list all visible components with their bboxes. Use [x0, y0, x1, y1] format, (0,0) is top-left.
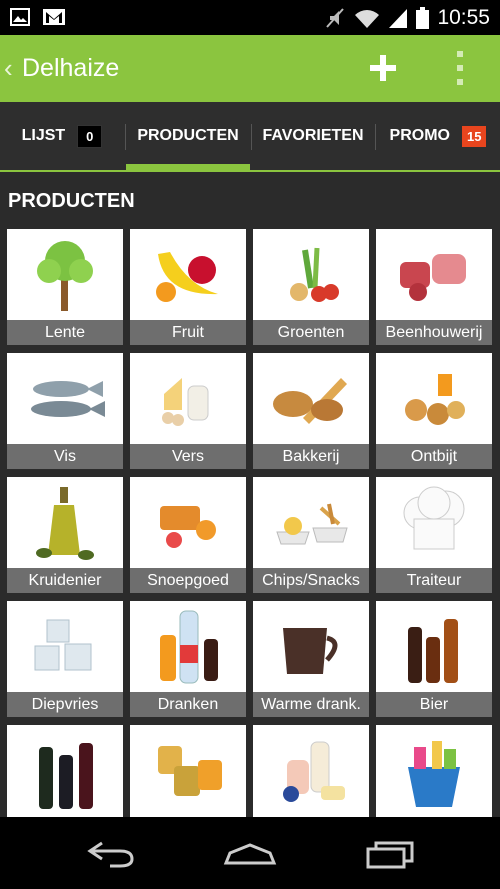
category-tile[interactable]: Fruit	[130, 229, 246, 345]
tab-producten[interactable]: PRODUCTEN	[126, 102, 250, 170]
tab-promo[interactable]: PROMO 15	[376, 102, 500, 170]
category-label: Chips/Snacks	[253, 568, 369, 593]
toiletries-icon	[253, 725, 369, 816]
baby-food-jars-icon	[130, 725, 246, 816]
status-bar: 10:55	[0, 0, 500, 35]
category-tile[interactable]: Dranken	[130, 601, 246, 717]
tab-lijst-label: LIJST	[21, 127, 66, 144]
category-tile[interactable]	[376, 725, 492, 817]
status-time: 10:55	[437, 5, 490, 29]
category-tile[interactable]: Vis	[7, 353, 123, 469]
breakfast-icon	[376, 353, 492, 444]
battery-icon	[416, 6, 430, 29]
category-label: Bakkerij	[253, 444, 369, 469]
category-label: Lente	[7, 320, 123, 345]
promo-count-badge: 15	[461, 125, 487, 147]
category-label: Kruidenier	[7, 568, 123, 593]
category-tile[interactable]: Bakkerij	[253, 353, 369, 469]
active-tab-indicator	[126, 164, 250, 171]
section-title: PRODUCTEN	[8, 190, 135, 212]
cleaning-bucket-icon	[376, 725, 492, 816]
category-label: Ontbijt	[376, 444, 492, 469]
back-icon[interactable]	[80, 835, 140, 871]
wine-bottles-icon	[7, 725, 123, 816]
back-chevron-icon[interactable]: ‹	[4, 53, 13, 84]
meat-icon	[376, 229, 492, 320]
ice-cubes-icon	[7, 601, 123, 692]
category-label: Snoepgoed	[130, 568, 246, 593]
signal-icon	[389, 8, 408, 28]
category-tile[interactable]: Lente	[7, 229, 123, 345]
category-tile[interactable]: Kruidenier	[7, 477, 123, 593]
category-tile[interactable]	[253, 725, 369, 817]
tree-icon	[7, 229, 123, 320]
overflow-menu-icon[interactable]	[452, 51, 468, 85]
category-tile[interactable]: Warme drank.	[253, 601, 369, 717]
category-tile[interactable]	[130, 725, 246, 817]
category-tile[interactable]: Traiteur	[376, 477, 492, 593]
bread-icon	[253, 353, 369, 444]
category-label: Traiteur	[376, 568, 492, 593]
drinks-icon	[130, 601, 246, 692]
tab-promo-label: PROMO	[389, 127, 450, 144]
mug-icon	[253, 601, 369, 692]
fruit-icon	[130, 229, 246, 320]
action-bar: ‹ Delhaize	[0, 35, 500, 102]
category-label: Fruit	[130, 320, 246, 345]
tab-favorieten[interactable]: FAVORIETEN	[252, 102, 374, 170]
lijst-count-badge: 0	[77, 124, 103, 148]
category-grid: Lente Fruit Groenten Beenhouwerij Vis Vers Bak…	[7, 229, 493, 817]
tab-bar: LIJST 0 PRODUCTEN FAVORIETEN PROMO 15	[0, 102, 500, 172]
tab-producten-label: PRODUCTEN	[137, 127, 239, 144]
fish-icon	[7, 353, 123, 444]
category-tile[interactable]	[7, 725, 123, 817]
recent-apps-icon[interactable]	[360, 835, 420, 871]
category-tile[interactable]: Vers	[130, 353, 246, 469]
category-tile[interactable]: Bier	[376, 601, 492, 717]
navigation-bar	[0, 817, 500, 889]
tab-favorieten-label: FAVORIETEN	[262, 127, 364, 144]
category-label: Warme drank.	[253, 692, 369, 717]
snacks-icon	[253, 477, 369, 568]
category-label: Bier	[376, 692, 492, 717]
category-tile[interactable]: Chips/Snacks	[253, 477, 369, 593]
category-tile[interactable]: Ontbijt	[376, 353, 492, 469]
category-tile[interactable]: Groenten	[253, 229, 369, 345]
dairy-icon	[130, 353, 246, 444]
category-label: Diepvries	[7, 692, 123, 717]
chef-hat-icon	[376, 477, 492, 568]
beer-bottles-icon	[376, 601, 492, 692]
app-title[interactable]: Delhaize	[22, 54, 119, 83]
candy-icon	[130, 477, 246, 568]
category-tile[interactable]: Diepvries	[7, 601, 123, 717]
category-tile[interactable]: Snoepgoed	[130, 477, 246, 593]
gallery-notification-icon	[10, 8, 30, 26]
home-icon[interactable]	[220, 835, 280, 871]
add-button[interactable]	[366, 51, 400, 85]
category-label: Beenhouwerij	[376, 320, 492, 345]
category-tile[interactable]: Beenhouwerij	[376, 229, 492, 345]
category-label: Vis	[7, 444, 123, 469]
category-label: Groenten	[253, 320, 369, 345]
tab-lijst[interactable]: LIJST 0	[0, 102, 124, 170]
category-label: Dranken	[130, 692, 246, 717]
wifi-icon	[355, 9, 380, 28]
category-label: Vers	[130, 444, 246, 469]
vegetables-icon	[253, 229, 369, 320]
olive-oil-icon	[7, 477, 123, 568]
mute-icon	[326, 7, 345, 28]
gmail-notification-icon	[43, 9, 65, 25]
